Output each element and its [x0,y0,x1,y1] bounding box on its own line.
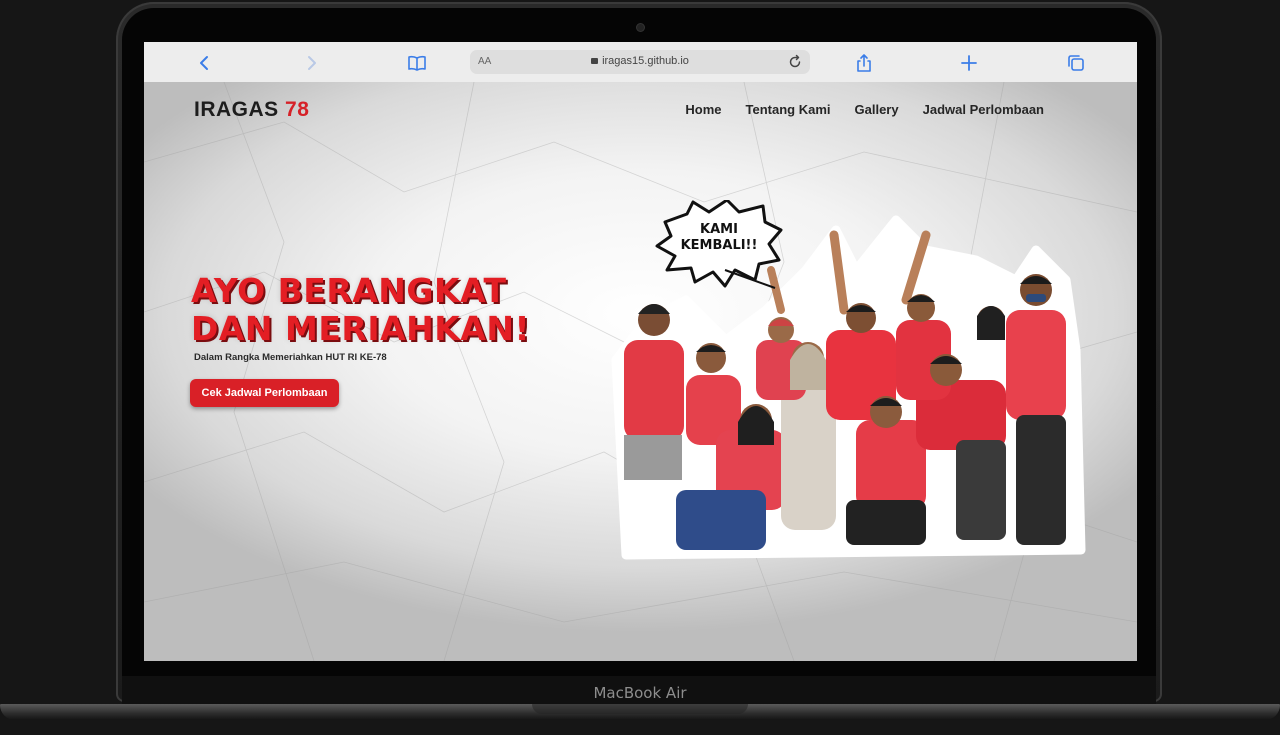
browser-toolbar: AA iragas15.github.io [144,42,1137,83]
headline-line-1: AYO BERANGKAT [191,271,507,310]
lock-icon [591,58,599,64]
address-bar[interactable]: AA iragas15.github.io [470,50,810,74]
website-hero: IRAGAS 78 Home Tentang Kami Gallery Jadw… [144,82,1137,661]
bubble-line-2: KEMBALI!! [680,238,758,253]
share-icon[interactable] [853,52,875,74]
camera-icon [637,24,644,31]
browser-screen: AA iragas15.github.io IRAGAS 78 Home Ten… [144,42,1137,661]
logo-text: IRAGAS [194,98,279,121]
main-nav: Home Tentang Kami Gallery Jadwal Perlomb… [685,102,1044,117]
nav-jadwal-perlombaan[interactable]: Jadwal Perlombaan [923,102,1044,117]
device-brand-label: MacBook Air [593,684,687,702]
nav-gallery[interactable]: Gallery [855,102,899,117]
hero-headline: AYO BERANGKAT DAN MERIAHKAN! [191,272,571,348]
laptop-opening-notch [532,704,748,714]
forward-icon[interactable] [300,52,322,74]
nav-home[interactable]: Home [685,102,721,117]
logo-number: 78 [285,98,310,121]
speech-bubble-text: KAMI KEMBALI!! [655,222,783,254]
nav-tentang-kami[interactable]: Tentang Kami [746,102,831,117]
cek-jadwal-button[interactable]: Cek Jadwal Perlombaan [190,379,339,407]
site-logo[interactable]: IRAGAS 78 [194,98,309,122]
headline-line-2: DAN MERIAHKAN! [191,309,531,348]
tabs-overview-icon[interactable] [1065,52,1087,74]
hero-subtitle: Dalam Rangka Memeriahkan HUT RI KE-78 [194,352,387,363]
url-text: iragas15.github.io [602,55,689,67]
reload-icon[interactable] [786,53,804,71]
back-icon[interactable] [194,52,216,74]
bubble-line-1: KAMI [700,222,738,237]
reader-book-icon[interactable] [406,52,428,74]
new-tab-plus-icon[interactable] [958,52,980,74]
